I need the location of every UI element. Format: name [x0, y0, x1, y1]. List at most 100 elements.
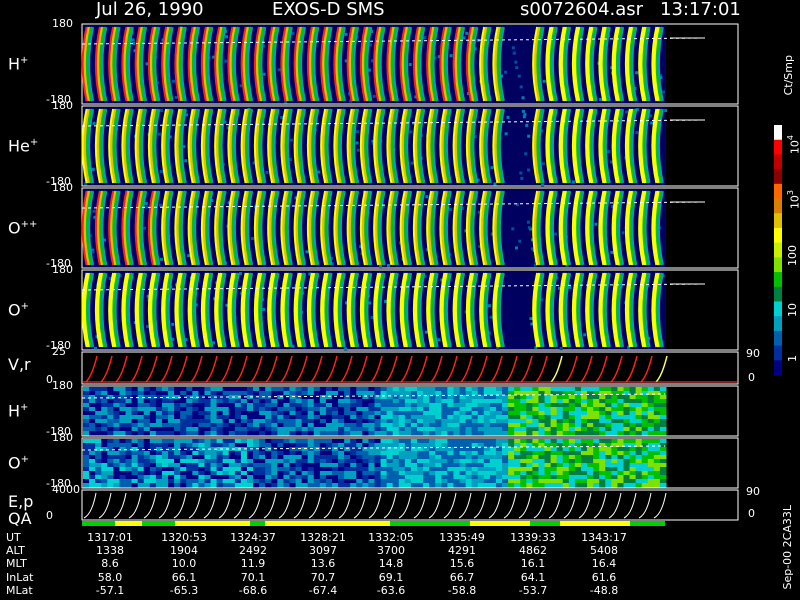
- energy-pixel: [168, 471, 175, 476]
- energy-pixel: [101, 447, 108, 452]
- energy-pixel: [101, 415, 108, 420]
- energy-pixel: [417, 471, 424, 476]
- energy-pixel: [101, 407, 108, 412]
- energy-pixel: [568, 467, 576, 472]
- energy-pixel: [659, 455, 667, 460]
- noise-pixel: [635, 131, 639, 135]
- energy-pixel: [556, 451, 564, 456]
- energy-pixel: [246, 415, 254, 420]
- energy-pixel: [374, 387, 382, 392]
- energy-pixel: [617, 475, 624, 480]
- colorbar-swatch: [774, 154, 782, 170]
- energy-pixel: [107, 399, 114, 404]
- energy-pixel: [155, 483, 163, 488]
- energy-pixel: [465, 463, 473, 468]
- energy-pixel: [234, 463, 242, 468]
- energy-pixel: [119, 391, 127, 396]
- energy-pixel: [234, 467, 242, 472]
- energy-pixel: [568, 427, 576, 432]
- energy-pixel: [599, 463, 606, 468]
- energy-pixel: [386, 415, 394, 420]
- energy-pixel: [489, 427, 497, 432]
- energy-pixel: [429, 475, 436, 480]
- noise-pixel: [524, 152, 528, 156]
- energy-pixel: [392, 459, 400, 464]
- energy-pixel: [283, 403, 290, 408]
- energy-pixel: [192, 431, 199, 436]
- energy-pixel: [593, 411, 600, 416]
- energy-pixel: [319, 443, 327, 448]
- energy-pixel: [143, 403, 151, 408]
- energy-pixel: [192, 387, 199, 392]
- energy-pixel: [374, 391, 382, 396]
- energy-pixel: [477, 483, 485, 488]
- energy-pixel: [453, 459, 461, 464]
- energy-pixel: [404, 455, 412, 460]
- energy-pixel: [447, 451, 454, 456]
- energy-pixel: [489, 459, 497, 464]
- noise-pixel: [496, 346, 500, 350]
- energy-pixel: [204, 471, 212, 476]
- energy-pixel: [538, 427, 546, 432]
- energy-pixel: [641, 439, 649, 444]
- noise-pixel: [650, 121, 654, 125]
- energy-pixel: [246, 467, 254, 472]
- energy-pixel: [271, 387, 278, 392]
- energy-pixel: [192, 451, 199, 456]
- energy-pixel: [508, 423, 515, 428]
- energy-pixel: [386, 427, 394, 432]
- energy-pixel: [95, 411, 102, 416]
- energy-pixel: [265, 391, 272, 396]
- energy-pixel: [240, 475, 248, 480]
- energy-pixel: [568, 403, 576, 408]
- energy-pixel: [429, 463, 436, 468]
- energy-pixel: [107, 411, 114, 416]
- energy-pixel: [101, 467, 108, 472]
- energy-pixel: [368, 419, 375, 424]
- energy-pixel: [174, 467, 181, 472]
- energy-pixel: [180, 411, 187, 416]
- energy-pixel: [417, 399, 424, 404]
- energy-pixel: [265, 399, 272, 404]
- energy-pixel: [277, 475, 284, 480]
- energy-pixel: [277, 483, 284, 488]
- energy-pixel: [259, 471, 266, 476]
- energy-pixel: [161, 423, 169, 428]
- energy-pixel: [344, 427, 351, 432]
- energy-pixel: [161, 455, 169, 460]
- energy-pixel: [295, 431, 303, 436]
- energy-pixel: [222, 459, 230, 464]
- energy-pixel: [295, 399, 303, 404]
- energy-pixel: [246, 423, 254, 428]
- energy-pixel: [374, 423, 382, 428]
- energy-pixel: [83, 483, 90, 488]
- energy-pixel: [161, 431, 169, 436]
- energy-pixel: [532, 479, 539, 484]
- energy-pixel: [605, 479, 612, 484]
- energy-pixel: [246, 407, 254, 412]
- panel-label-hplus2: H+: [8, 401, 29, 421]
- energy-pixel: [344, 447, 351, 452]
- energy-pixel: [368, 439, 375, 444]
- energy-pixel: [234, 443, 242, 448]
- energy-pixel: [374, 407, 382, 412]
- energy-pixel: [380, 439, 388, 444]
- energy-pixel: [101, 439, 108, 444]
- energy-pixel: [101, 479, 108, 484]
- energy-pixel: [210, 387, 218, 392]
- energy-pixel: [453, 391, 461, 396]
- energy-pixel: [653, 411, 661, 416]
- energy-pixel: [83, 411, 90, 416]
- energy-pixel: [368, 407, 375, 412]
- energy-pixel: [210, 431, 218, 436]
- energy-pixel: [89, 419, 96, 424]
- energy-pixel: [137, 463, 145, 468]
- energy-pixel: [234, 439, 242, 444]
- noise-pixel: [493, 182, 497, 186]
- energy-pixel: [611, 475, 618, 480]
- energy-pixel: [404, 415, 412, 420]
- energy-pixel: [174, 455, 181, 460]
- energy-pixel: [338, 419, 345, 424]
- energy-pixel: [550, 471, 558, 476]
- energy-pixel: [338, 459, 345, 464]
